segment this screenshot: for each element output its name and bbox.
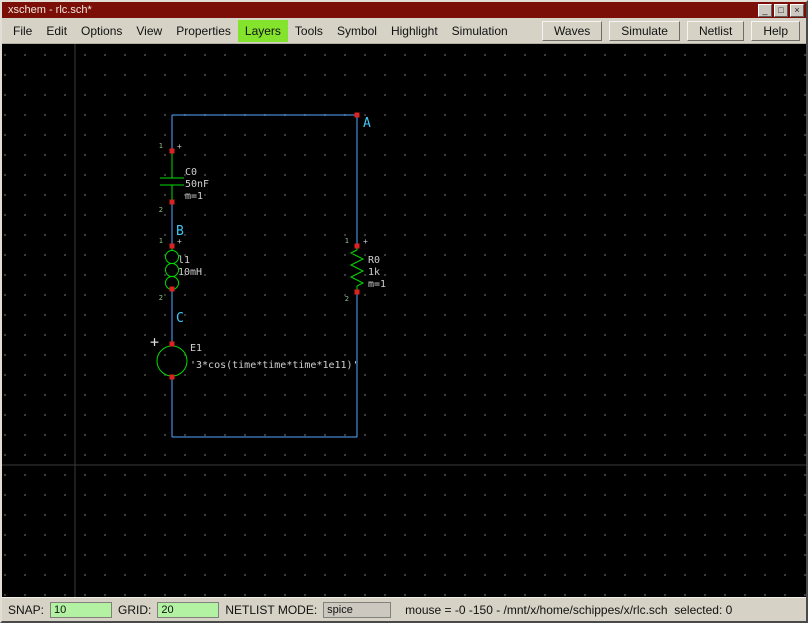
statusbar: SNAP: GRID: NETLIST MODE: mouse = -0 -15… bbox=[2, 597, 806, 621]
simulate-button[interactable]: Simulate bbox=[609, 20, 680, 41]
menubar-buttons: Waves Simulate Netlist Help bbox=[542, 20, 802, 41]
pin[interactable] bbox=[169, 243, 175, 249]
resistor-mult[interactable]: m=1 bbox=[368, 279, 386, 290]
capacitor-pin2-number: 2 bbox=[159, 206, 163, 214]
resistor-plus-mark: + bbox=[363, 237, 368, 246]
capacitor-ref[interactable]: C0 bbox=[185, 167, 197, 178]
capacitor-pin1-number: 1 bbox=[159, 142, 163, 150]
resistor-ref[interactable]: R0 bbox=[368, 255, 380, 266]
menu-layers[interactable]: Layers bbox=[237, 19, 288, 42]
netlist-mode-label: NETLIST MODE: bbox=[225, 602, 318, 617]
menu-symbol[interactable]: Symbol bbox=[330, 20, 384, 42]
capacitor-value[interactable]: 50nF bbox=[185, 179, 209, 190]
vsource-plus-mark: + bbox=[150, 333, 159, 351]
resistor-symbol[interactable] bbox=[349, 246, 365, 292]
netlist-button[interactable]: Netlist bbox=[686, 20, 745, 41]
pin[interactable] bbox=[354, 243, 360, 249]
grid-label: GRID: bbox=[118, 602, 152, 617]
menu-edit[interactable]: Edit bbox=[39, 20, 74, 42]
xschem-window: xschem - rlc.sch* _ □ × File Edit Option… bbox=[0, 0, 808, 623]
pin[interactable] bbox=[354, 112, 360, 118]
mouse-status-text: mouse = -0 -150 - /mnt/x/home/schippes/x… bbox=[405, 602, 733, 617]
inductor-plus-mark: + bbox=[177, 237, 182, 246]
component-labels: C0 50nF m=1 l1 10mH E1 '3*cos(time*time*… bbox=[178, 167, 386, 371]
capacitor-plus-mark: + bbox=[177, 142, 182, 151]
snap-label: SNAP: bbox=[8, 602, 45, 617]
capacitor-symbol[interactable] bbox=[160, 151, 184, 202]
inductor-pin2-number: 2 bbox=[159, 294, 163, 302]
pin[interactable] bbox=[169, 286, 175, 292]
menubar: File Edit Options View Properties Layers… bbox=[2, 18, 806, 44]
vsource-symbol[interactable] bbox=[156, 344, 188, 377]
inductor-pin1-number: 1 bbox=[159, 237, 163, 245]
titlebar[interactable]: xschem - rlc.sch* _ □ × bbox=[2, 2, 806, 18]
pin[interactable] bbox=[354, 289, 360, 295]
pin[interactable] bbox=[169, 199, 175, 205]
resistor-pin1-number: 1 bbox=[345, 237, 349, 245]
maximize-icon[interactable]: □ bbox=[774, 3, 788, 17]
pin[interactable] bbox=[169, 341, 175, 347]
schematic-drawing: A B C C0 50nF m=1 l1 10mH E1 '3*cos(time… bbox=[2, 44, 806, 597]
grid-input[interactable] bbox=[157, 601, 220, 618]
menu-properties[interactable]: Properties bbox=[169, 20, 238, 42]
resistor-value[interactable]: 1k bbox=[368, 267, 380, 278]
pin[interactable] bbox=[169, 148, 175, 154]
inductor-ref[interactable]: l1 bbox=[178, 255, 190, 266]
netlist-mode-input[interactable] bbox=[323, 601, 392, 618]
minimize-icon[interactable]: _ bbox=[758, 3, 772, 17]
menu-options[interactable]: Options bbox=[74, 20, 129, 42]
vsource-value[interactable]: '3*cos(time*time*time*1e11)' bbox=[190, 360, 359, 371]
waves-button[interactable]: Waves bbox=[542, 20, 603, 41]
window-controls: _ □ × bbox=[758, 3, 804, 17]
close-icon[interactable]: × bbox=[790, 3, 804, 17]
help-button[interactable]: Help bbox=[751, 20, 800, 41]
menu-highlight[interactable]: Highlight bbox=[384, 20, 445, 42]
menu-file[interactable]: File bbox=[6, 20, 39, 42]
menu-simulation[interactable]: Simulation bbox=[445, 20, 515, 42]
menu-view[interactable]: View bbox=[129, 20, 169, 42]
capacitor-mult[interactable]: m=1 bbox=[185, 191, 203, 202]
net-label-c[interactable]: C bbox=[176, 311, 184, 326]
window-title: xschem - rlc.sch* bbox=[8, 4, 92, 16]
inductor-value[interactable]: 10mH bbox=[178, 267, 202, 278]
net-labels: A B C bbox=[176, 116, 371, 326]
inductor-symbol[interactable] bbox=[165, 246, 179, 290]
pin[interactable] bbox=[169, 374, 175, 380]
schematic-canvas[interactable]: A B C C0 50nF m=1 l1 10mH E1 '3*cos(time… bbox=[2, 44, 806, 597]
resistor-pin2-number: 2 bbox=[345, 295, 349, 303]
pin-squares[interactable] bbox=[169, 112, 360, 380]
snap-input[interactable] bbox=[50, 601, 113, 618]
menu-tools[interactable]: Tools bbox=[288, 20, 330, 42]
vsource-ref[interactable]: E1 bbox=[190, 343, 202, 354]
net-label-a[interactable]: A bbox=[363, 116, 371, 131]
